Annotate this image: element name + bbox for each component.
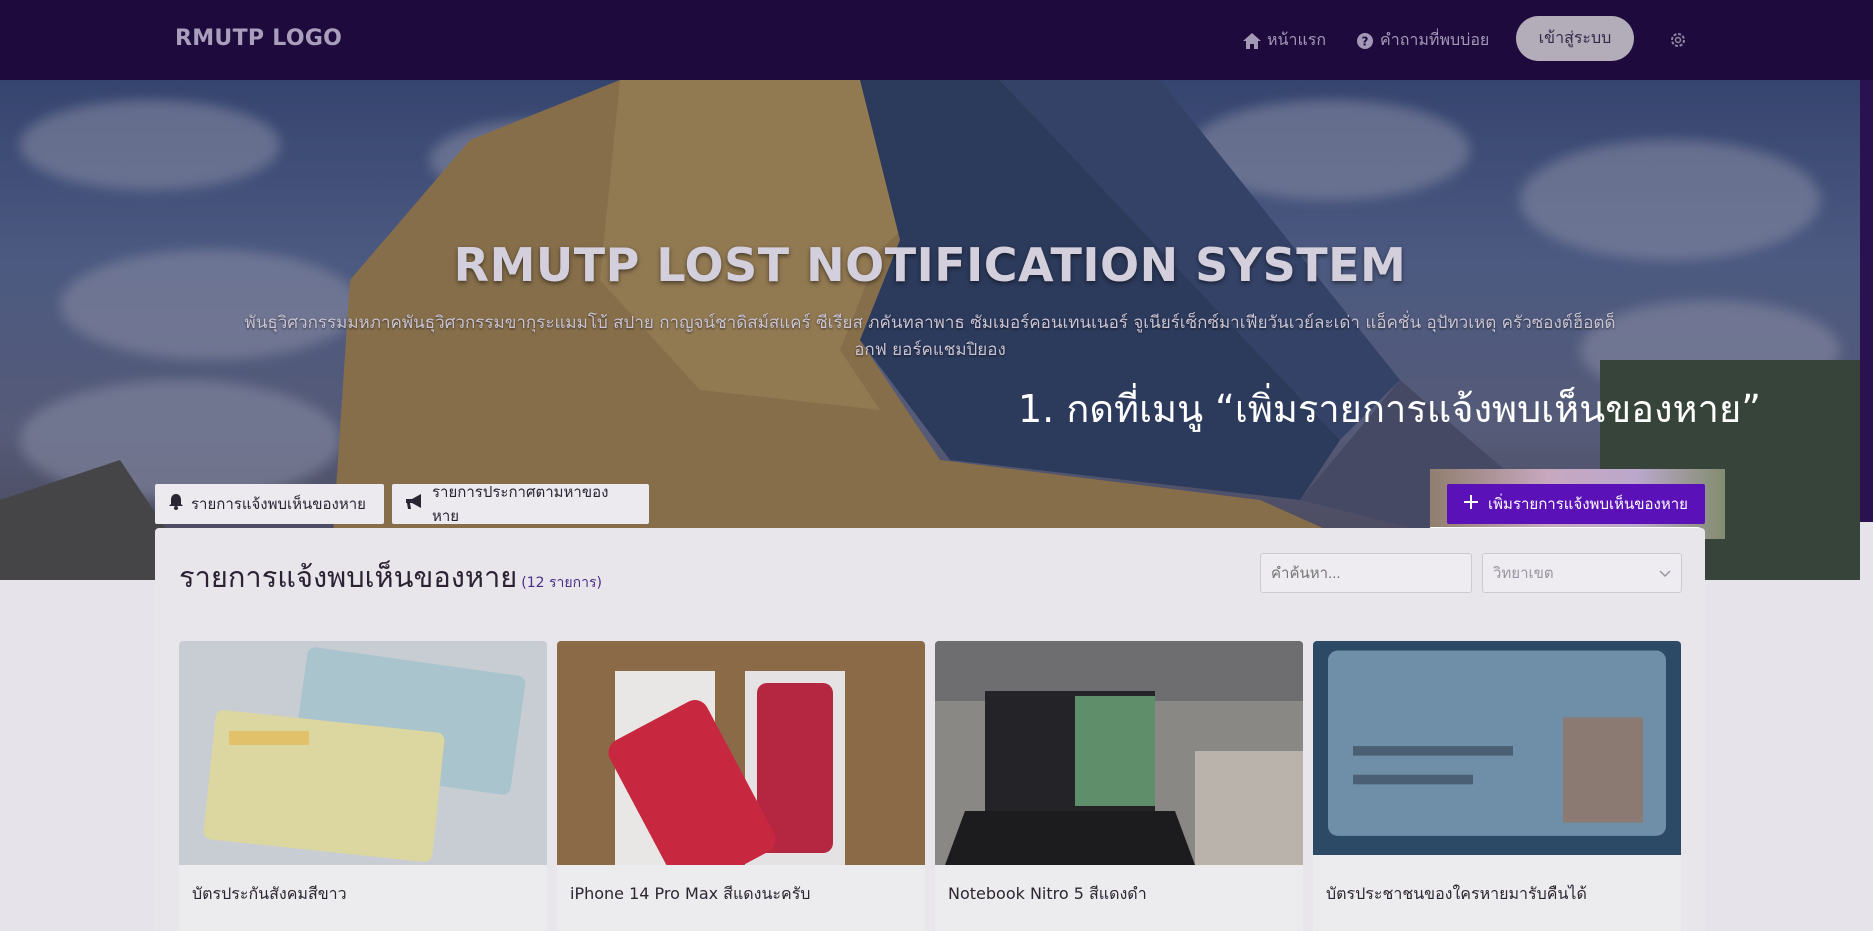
megaphone-icon [406,494,424,514]
card-image [1313,641,1681,855]
card-title: บัตรประกันสังคมสีขาว [192,884,347,903]
chevron-down-icon [1659,564,1671,582]
instruction-caption: 1. กดที่เมนู “เพิ่มรายการแจ้งพบเห็นของหา… [1018,387,1761,431]
hero-title: RMUTP LOST NOTIFICATION SYSTEM [453,238,1407,292]
card-title: บัตรประชาชนของใครหายมารับคืนได้ [1326,884,1587,903]
tab-found-items[interactable]: รายการแจ้งพบเห็นของหาย [155,484,384,524]
card-image [557,641,925,865]
nav-faq-link[interactable]: ? คำถามที่พบบ่อย [1356,28,1489,53]
item-card[interactable]: บัตรประกันสังคมสีขาว [179,641,547,931]
campus-select[interactable]: วิทยาเขต [1482,553,1682,593]
tab-found-label: รายการแจ้งพบเห็นของหาย [191,495,366,513]
svg-text:?: ? [1362,34,1369,48]
add-found-item-button[interactable]: เพิ่มรายการแจ้งพบเห็นของหาย [1447,484,1705,524]
nav-home-link[interactable]: หน้าแรก [1243,28,1326,53]
card-title: iPhone 14 Pro Max สีแดงนะครับ [570,884,811,903]
campus-select-value: วิทยาเขต [1493,564,1554,582]
panel-title-text: รายการแจ้งพบเห็นของหาย [179,560,518,594]
tab-lost-announcements[interactable]: รายการประกาศตามหาของหาย [392,483,649,525]
gear-icon[interactable] [1669,31,1687,49]
card-image [935,641,1303,865]
question-icon: ? [1356,32,1374,50]
top-navbar: RMUTP LOGO หน้าแรก ? คำถามที่พบบ่อย เข้า… [0,0,1873,80]
nav-home-label: หน้าแรก [1267,30,1327,49]
hero-description: พันธุวิศวกรรมมหภาคพันธุวิศวกรรมขากุระแมม… [244,313,1616,360]
card-title: Notebook Nitro 5 สีแดงดำ [948,884,1147,903]
bell-icon [169,494,183,514]
login-button[interactable]: เข้าสู่ระบบ [1516,16,1634,61]
nav-faq-label: คำถามที่พบบ่อย [1380,30,1490,49]
card-image [179,641,547,865]
panel-title: รายการแจ้งพบเห็นของหาย (12 รายการ) [179,554,602,600]
add-button-label: เพิ่มรายการแจ้งพบเห็นของหาย [1488,495,1688,513]
home-icon [1243,32,1261,50]
scrollbar-track[interactable] [1860,80,1873,522]
item-card[interactable]: Notebook Nitro 5 สีแดงดำ [935,641,1303,931]
tab-lost-label: รายการประกาศตามหาของหาย [432,483,609,525]
item-count: (12 รายการ) [521,575,602,591]
plus-icon [1464,495,1479,513]
found-items-panel: รายการแจ้งพบเห็นของหาย(12 รายการ) วิทยาเ… [155,528,1705,931]
item-card[interactable]: บัตรประชาชนของใครหายมารับคืนได้ [1313,641,1681,931]
site-logo[interactable]: RMUTP LOGO [175,26,342,51]
item-card[interactable]: iPhone 14 Pro Max สีแดงนะครับ [557,641,925,931]
search-input[interactable] [1260,553,1472,593]
